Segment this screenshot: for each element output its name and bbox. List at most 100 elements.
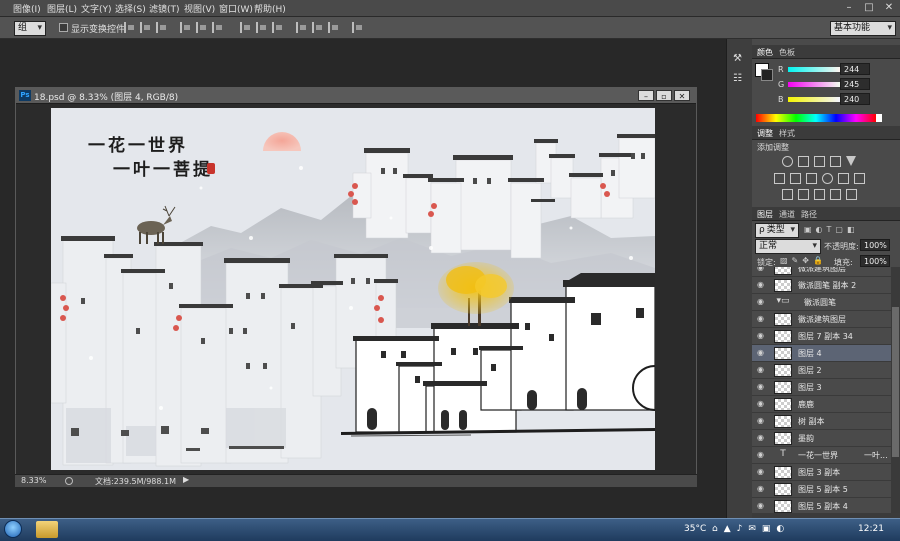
- close-icon[interactable]: ✕: [882, 1, 896, 15]
- eye-icon[interactable]: ◉: [757, 399, 764, 408]
- brightness-icon[interactable]: [782, 156, 793, 167]
- minimize-icon[interactable]: –: [842, 1, 856, 15]
- invert-icon[interactable]: [782, 189, 793, 200]
- layer-row[interactable]: ◉ 图层 5 副本 5: [752, 481, 891, 498]
- threshold-icon[interactable]: [814, 189, 825, 200]
- photo-filter-icon[interactable]: [822, 173, 833, 184]
- distribute-top-icon[interactable]: [240, 22, 251, 33]
- maximize-icon[interactable]: □: [862, 1, 876, 15]
- layer-row[interactable]: ◉ 图层 5 副本 4: [752, 498, 891, 513]
- color-balance-icon[interactable]: [790, 173, 801, 184]
- eye-icon[interactable]: ◉: [757, 331, 764, 340]
- menu-window[interactable]: 窗口(W): [219, 2, 253, 15]
- layer-row[interactable]: ◉ 图层 7 副本 34: [752, 328, 891, 345]
- background-color-swatch[interactable]: [761, 69, 773, 81]
- distribute-bottom-icon[interactable]: [272, 22, 283, 33]
- status-arrow-icon[interactable]: ▶: [183, 475, 189, 484]
- eye-icon[interactable]: ◉: [757, 416, 764, 425]
- layer-row[interactable]: ◉ ▾▭ 徽派圆笔: [752, 294, 891, 311]
- document-title-bar[interactable]: Ps 18.psd @ 8.33% (图层 4, RGB/8) – ▫ ✕: [16, 88, 696, 104]
- explorer-icon[interactable]: [36, 521, 58, 538]
- doc-close-icon[interactable]: ✕: [674, 90, 690, 101]
- properties-icon[interactable]: ☷: [733, 73, 747, 85]
- layer-row[interactable]: ◉ 树 副本: [752, 413, 891, 430]
- channel-mixer-icon[interactable]: [838, 173, 849, 184]
- layers-scrollbar[interactable]: [891, 267, 900, 513]
- r-slider[interactable]: [788, 67, 840, 72]
- blend-mode-dropdown[interactable]: 正常: [755, 239, 821, 254]
- selective-color-icon[interactable]: [846, 189, 857, 200]
- history-icon[interactable]: ⚒: [733, 53, 747, 65]
- r-value[interactable]: 244: [840, 63, 870, 75]
- eye-icon[interactable]: ◉: [757, 501, 764, 510]
- layer-row[interactable]: ◉ 徽派建筑图层: [752, 311, 891, 328]
- menu-filter[interactable]: 滤镜(T): [149, 2, 180, 15]
- menu-select[interactable]: 选择(S): [115, 2, 146, 15]
- levels-icon[interactable]: [798, 156, 809, 167]
- menu-type[interactable]: 文字(Y): [81, 2, 112, 15]
- b-value[interactable]: 240: [840, 93, 870, 105]
- tab-channels[interactable]: 通道: [779, 209, 795, 220]
- align-vcenter-icon[interactable]: [140, 22, 151, 33]
- eye-icon[interactable]: ◉: [757, 314, 764, 323]
- b-slider[interactable]: [788, 97, 840, 102]
- status-info-icon[interactable]: [65, 477, 73, 485]
- color-ramp[interactable]: [756, 114, 876, 122]
- layers-scroll-thumb[interactable]: [892, 307, 899, 457]
- layer-row[interactable]: ◉ 图层 3: [752, 379, 891, 396]
- posterize-icon[interactable]: [798, 189, 809, 200]
- eye-icon[interactable]: ◉: [757, 484, 764, 493]
- align-hcenter-icon[interactable]: [196, 22, 207, 33]
- layer-row[interactable]: ◉ 图层 4: [752, 345, 891, 362]
- menu-view[interactable]: 视图(V): [184, 2, 215, 15]
- start-button[interactable]: [4, 520, 22, 538]
- hue-saturation-icon[interactable]: [774, 173, 785, 184]
- zoom-level[interactable]: 8.33%: [21, 476, 46, 485]
- layer-row[interactable]: ◉ 墨韵: [752, 430, 891, 447]
- exposure-icon[interactable]: [830, 156, 841, 167]
- eye-icon[interactable]: ◉: [757, 280, 764, 289]
- distribute-hcenter-icon[interactable]: [312, 22, 323, 33]
- layer-row[interactable]: ◉ 图层 3 副本: [752, 464, 891, 481]
- eye-icon[interactable]: ◉: [757, 267, 764, 272]
- auto-align-icon[interactable]: [352, 22, 363, 33]
- layer-filter-icons[interactable]: ▣◐T▢◧: [804, 225, 889, 235]
- clock[interactable]: 12:21: [858, 524, 884, 534]
- align-bottom-icon[interactable]: [156, 22, 167, 33]
- align-top-icon[interactable]: [124, 22, 135, 33]
- tab-styles[interactable]: 样式: [779, 128, 795, 139]
- layer-row[interactable]: ◉ 徽派圆笔 副本 2: [752, 277, 891, 294]
- color-lookup-icon[interactable]: [854, 173, 865, 184]
- tab-swatches[interactable]: 色板: [779, 47, 795, 58]
- distribute-vcenter-icon[interactable]: [256, 22, 267, 33]
- show-transform-checkbox[interactable]: [59, 23, 68, 32]
- eye-icon[interactable]: ◉: [757, 450, 764, 459]
- layer-row[interactable]: ◉ 微派建筑图层: [752, 267, 891, 277]
- vibrance-icon[interactable]: [846, 156, 856, 166]
- menu-image[interactable]: 图像(I): [13, 2, 41, 15]
- eye-icon[interactable]: ◉: [757, 382, 764, 391]
- opacity-value[interactable]: 100%: [860, 239, 890, 251]
- layer-row[interactable]: ◉ T 一花一世界 一叶...: [752, 447, 891, 464]
- tab-adjustments[interactable]: 调整: [757, 128, 773, 139]
- layer-kind-filter[interactable]: ρ 类型: [755, 223, 799, 238]
- canvas[interactable]: 一花一世界 一叶一菩提: [51, 108, 655, 470]
- layer-row[interactable]: ◉ 图层 2: [752, 362, 891, 379]
- doc-restore-icon[interactable]: ▫: [656, 90, 672, 101]
- tray-icons[interactable]: ⌂▲♪✉▣◐: [712, 524, 790, 534]
- gradient-map-icon[interactable]: [830, 189, 841, 200]
- menu-help[interactable]: 帮助(H): [254, 2, 286, 15]
- align-left-icon[interactable]: [180, 22, 191, 33]
- tab-layers[interactable]: 图层: [757, 209, 773, 220]
- fill-value[interactable]: 100%: [860, 255, 890, 267]
- lock-icons[interactable]: ▨✎✥🔒: [780, 256, 827, 265]
- g-slider[interactable]: [788, 82, 840, 87]
- tab-color[interactable]: 颜色: [757, 47, 773, 58]
- white-swatch[interactable]: [876, 114, 882, 122]
- eye-icon[interactable]: ◉: [757, 297, 764, 306]
- g-value[interactable]: 245: [840, 78, 870, 90]
- eye-icon[interactable]: ◉: [757, 433, 764, 442]
- distribute-left-icon[interactable]: [296, 22, 307, 33]
- eye-icon[interactable]: ◉: [757, 348, 764, 357]
- eye-icon[interactable]: ◉: [757, 467, 764, 476]
